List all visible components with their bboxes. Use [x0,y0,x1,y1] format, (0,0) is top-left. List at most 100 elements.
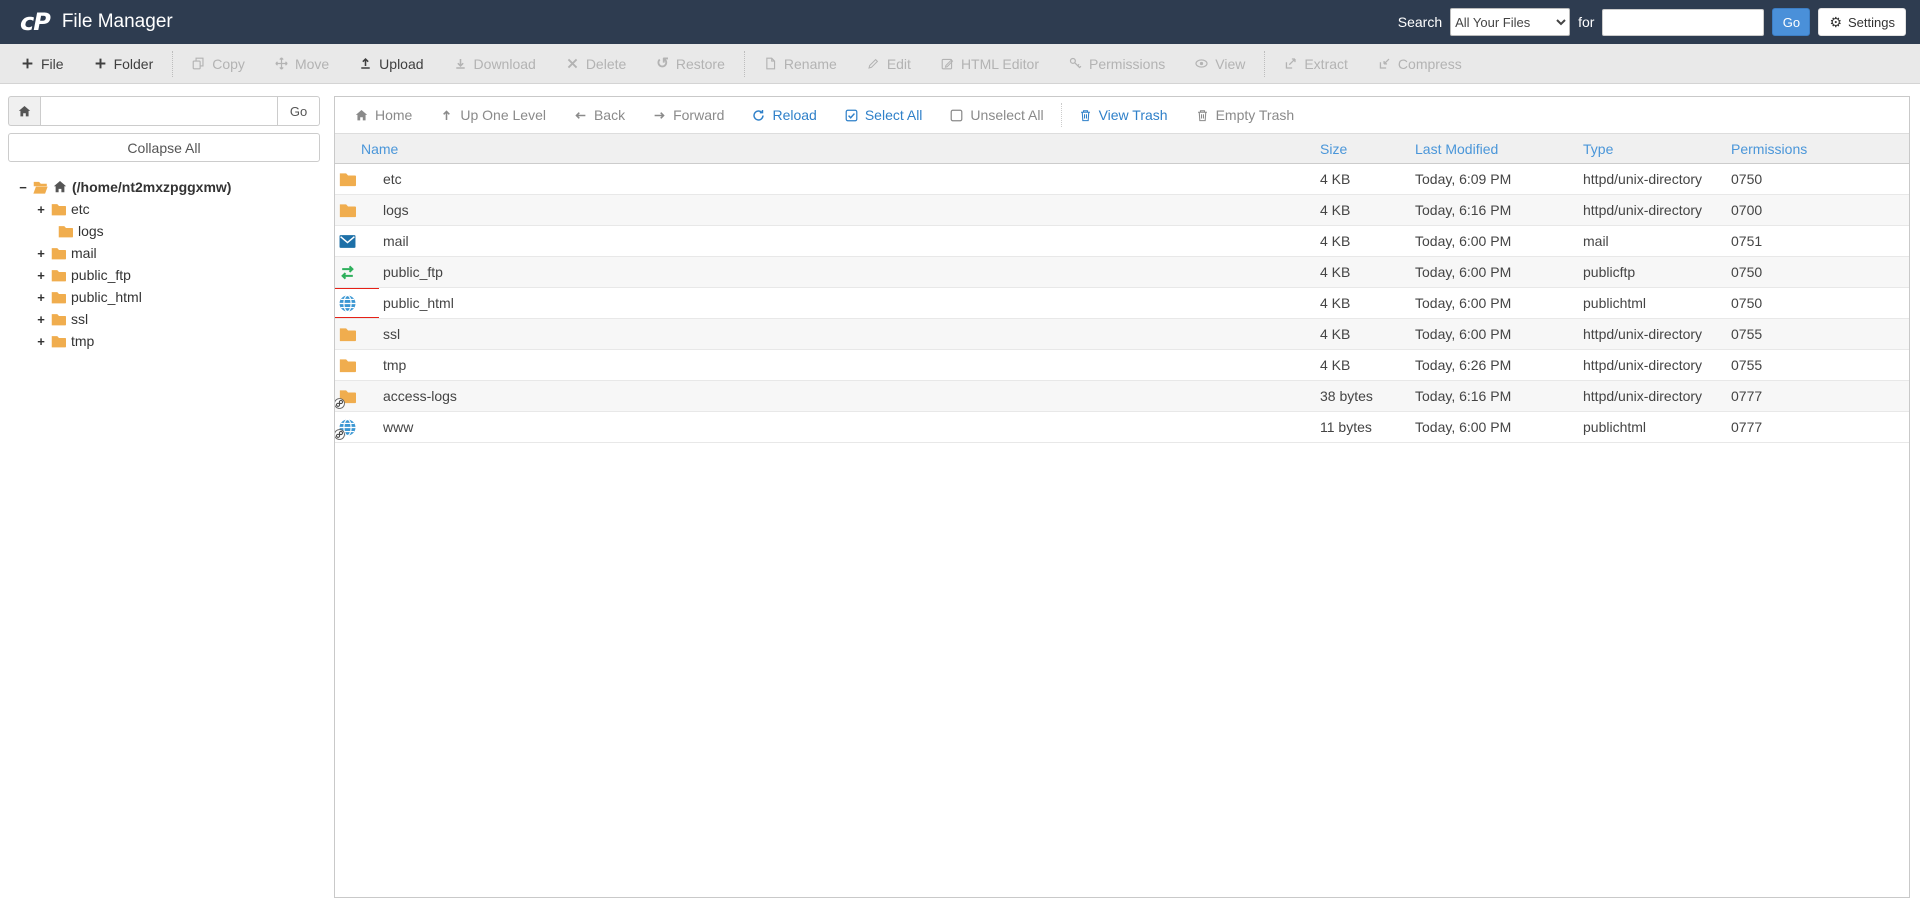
search-go-button[interactable]: Go [1772,8,1811,36]
tree-item-ssl[interactable]: + ssl [8,308,320,330]
nav-separator [1060,103,1062,127]
folder-icon [51,202,66,217]
expand-toggle-icon[interactable]: + [36,246,46,261]
file-row-public-html[interactable]: public_html 4 KB Today, 6:00 PM publichtml 0… [335,287,1909,319]
tree-item-label: tmp [71,333,95,349]
search-input[interactable] [1602,8,1765,36]
file-row-tmp[interactable]: tmp 4 KB Today, 6:26 PM httpd/unix-director… [335,349,1909,381]
folder-icon [58,224,73,239]
file-name[interactable]: access-logs [379,380,1316,412]
file-size: 4 KB [1316,349,1411,381]
tree-item-public-ftp[interactable]: + public_ftp [8,264,320,286]
tree-item-etc[interactable]: + etc [8,198,320,220]
search-scope-select[interactable]: All Your Files [1450,8,1571,36]
folder-icon [339,171,356,188]
file-modified: Today, 6:16 PM [1411,194,1579,226]
expand-toggle-icon[interactable]: + [36,290,46,305]
file-row-public-ftp[interactable]: public_ftp 4 KB Today, 6:00 PM publicftp 075… [335,256,1909,288]
nav-back-label: Back [593,107,626,123]
nav-up-one-level-button[interactable]: Up One Level [426,107,560,123]
collapse-toggle-icon[interactable]: − [18,180,28,195]
column-header-name[interactable]: Name [335,133,1316,164]
toolbar-upload-button[interactable]: Upload [344,44,438,83]
nav-view-trash-button[interactable]: View Trash [1065,107,1182,123]
tree-item-label: etc [71,201,90,217]
settings-button[interactable]: ⚙ Settings [1818,8,1906,36]
folder-icon [51,290,66,305]
tree-item-tmp[interactable]: + tmp [8,330,320,352]
delete-icon [566,57,579,70]
expand-toggle-icon[interactable]: + [36,312,46,327]
file-name[interactable]: www [379,411,1316,443]
folder-icon [339,326,356,343]
toolbar-file-button[interactable]: File [6,44,79,83]
column-header-permissions[interactable]: Permissions [1727,133,1909,164]
tree-item-public-html[interactable]: + public_html [8,286,320,308]
toolbar-folder-label: Folder [113,55,154,72]
up-one-level-icon [440,109,453,122]
expand-toggle-icon[interactable]: + [36,268,46,283]
path-home-button[interactable] [8,96,40,126]
copy-icon [192,57,205,70]
file-row-ssl[interactable]: ssl 4 KB Today, 6:00 PM httpd/unix-director… [335,318,1909,350]
toolbar-folder-button[interactable]: Folder [79,44,169,83]
file-name[interactable]: logs [379,194,1316,226]
download-icon [454,57,467,70]
edit-icon [867,57,880,70]
nav-reload-label: Reload [772,107,817,123]
permissions-icon [1069,57,1082,70]
file-type: httpd/unix-directory [1579,194,1727,226]
folder-icon [339,357,356,374]
path-input[interactable] [40,96,278,126]
view-trash-icon [1079,109,1092,122]
collapse-all-button[interactable]: Collapse All [8,133,320,162]
link-badge-icon [335,429,345,440]
nav-back-button[interactable]: Back [560,107,639,123]
toolbar-compress-button: Compress [1363,44,1477,83]
tree-root[interactable]: − (/home/nt2mxzpggxmw) [8,176,320,198]
file-permissions: 0700 [1727,194,1909,226]
folder-icon [51,312,66,327]
file-size: 4 KB [1316,256,1411,288]
file-name[interactable]: tmp [379,349,1316,381]
file-name[interactable]: ssl [379,318,1316,350]
main-panel: Home Up One Level Back Forward Reload Select … [334,96,1910,898]
path-go-button[interactable]: Go [278,96,320,126]
nav-home-button[interactable]: Home [341,107,426,123]
column-header-last-modified[interactable]: Last Modified [1411,133,1579,164]
tree-item-label: public_html [71,289,142,305]
tree-root-label: (/home/nt2mxzpggxmw) [72,179,232,195]
home-icon [53,180,67,194]
file-name[interactable]: etc [379,163,1316,195]
file-modified: Today, 6:00 PM [1411,318,1579,350]
nav-forward-button[interactable]: Forward [639,107,738,123]
toolbar-permissions-label: Permissions [1089,55,1166,72]
file-name[interactable]: public_ftp [379,256,1316,288]
column-header-type[interactable]: Type [1579,133,1727,164]
toolbar-upload-label: Upload [379,55,424,72]
file-row-logs[interactable]: logs 4 KB Today, 6:16 PM httpd/unix-directo… [335,194,1909,226]
tree-item-mail[interactable]: + mail [8,242,320,264]
toolbar-rename-button: Rename [749,44,852,83]
file-row-www[interactable]: www 11 bytes Today, 6:00 PM publichtml 0777 [335,411,1909,443]
nav-select-all-button[interactable]: Select All [831,107,937,123]
file-name[interactable]: public_html [379,287,1316,319]
nav-empty-trash-button[interactable]: Empty Trash [1182,107,1309,123]
toolbar-restore-label: Restore [675,55,725,72]
nav-reload-button[interactable]: Reload [738,107,830,123]
expand-toggle-icon[interactable]: + [36,334,46,349]
file-row-mail[interactable]: mail 4 KB Today, 6:00 PM mail 0751 [335,225,1909,257]
settings-label: Settings [1848,14,1895,30]
file-modified: Today, 6:16 PM [1411,380,1579,412]
toolbar-delete-button: Delete [551,44,641,83]
file-row-access-logs[interactable]: access-logs 38 bytes Today, 6:16 PM httpd/u… [335,380,1909,412]
expand-toggle-icon[interactable]: + [36,202,46,217]
tree-item-logs[interactable]: logs [8,220,320,242]
file-name[interactable]: mail [379,225,1316,257]
swap-icon [339,264,356,281]
nav-unselect-all-button[interactable]: Unselect All [936,107,1057,123]
column-header-size[interactable]: Size [1316,133,1411,164]
file-row-etc[interactable]: etc 4 KB Today, 6:09 PM httpd/unix-director… [335,163,1909,195]
nav-select-all-label: Select All [864,107,923,123]
main-toolbar: File Folder Copy Move Upload Download Delete ↺ R… [0,44,1920,84]
